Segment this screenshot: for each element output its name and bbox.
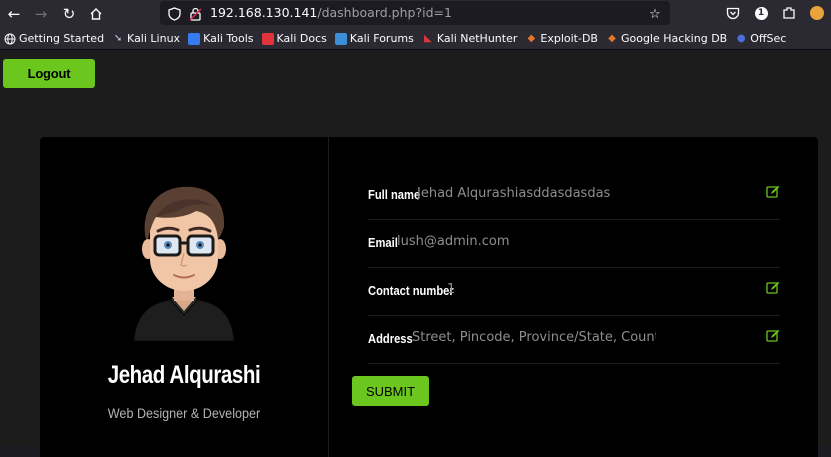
edit-address-icon[interactable] [766,329,780,343]
bookmark-getting-started[interactable]: Getting Started [4,32,104,45]
full-name-label: Full name [368,187,421,202]
reload-icon[interactable]: ↻ [58,3,80,25]
kali-tools-icon [188,32,201,45]
email-row: Email lush@admin.com [368,220,780,268]
submit-button[interactable]: SUBMIT [352,376,429,406]
forward-icon[interactable]: → [30,3,52,25]
bookmark-exploit-db[interactable]: ◆ Exploit-DB [525,32,598,45]
avatar [133,186,235,341]
bookmark-kali-forums[interactable]: Kali Forums [334,32,414,45]
details-card: Full name Jehad Alqurashiasddasdasdas Em… [329,137,818,457]
url-text: 192.168.130.141/dashboard.php?id=1 [210,5,452,20]
insecure-lock-icon[interactable] [187,6,203,22]
bookmark-kali-nethunter[interactable]: ◣ Kali NetHunter [422,32,517,45]
contact-label: Contact number [368,283,454,298]
contact-field[interactable]: 1 [447,282,697,297]
contact-row: Contact number 1 [368,268,780,316]
kali-forums-icon [334,32,347,45]
profile-role: Web Designer & Developer [107,405,261,421]
notification-badge-icon[interactable]: 1 [753,5,769,21]
ghdb-icon: ◆ [608,32,616,44]
profile-avatar-icon[interactable] [809,5,825,21]
bookmarks-bar: Getting Started ➘ Kali Linux Kali Tools … [0,28,831,50]
address-field[interactable]: Street, Pincode, Province/State, Country [412,330,656,345]
globe-icon [4,33,16,45]
shield-icon[interactable] [166,6,182,22]
bookmark-kali-docs[interactable]: Kali Docs [261,32,327,45]
profile-card: Jehad Alqurashi Web Designer & Developer [40,137,328,457]
home-icon[interactable] [85,3,107,25]
profile-name: Jehad Alqurashi [107,361,261,389]
edit-full-name-icon[interactable] [766,185,780,199]
extensions-icon[interactable] [781,5,797,21]
kali-docs-icon [261,32,274,45]
page-content: Logout Jehad Alqurashi Web Designer & De… [0,51,831,457]
email-label: Email [368,235,398,250]
edit-contact-icon[interactable] [766,281,780,295]
logout-button[interactable]: Logout [3,59,95,88]
url-bar[interactable]: 192.168.130.141/dashboard.php?id=1 ☆ [160,1,670,25]
bookmark-offsec[interactable]: ● OffSec [735,32,786,45]
bookmark-kali-tools[interactable]: Kali Tools [188,32,254,45]
address-label: Address [368,331,413,346]
full-name-field[interactable]: Jehad Alqurashiasddasdasdas [417,186,747,201]
nethunter-icon: ◣ [424,32,432,44]
full-name-row: Full name Jehad Alqurashiasddasdasdas [368,172,780,220]
kali-dragon-icon: ➘ [113,32,123,44]
exploit-db-icon: ◆ [527,32,536,44]
back-icon[interactable]: ← [3,3,25,25]
offsec-icon: ● [736,32,746,44]
bookmark-google-hacking-db[interactable]: ◆ Google Hacking DB [606,32,727,45]
address-row: Address Street, Pincode, Province/State,… [368,316,780,364]
bookmark-star-icon[interactable]: ☆ [647,6,663,22]
bookmark-kali-linux[interactable]: ➘ Kali Linux [112,32,180,45]
browser-toolbar: ← → ↻ 192.168.130.141/dashboard.php?id=1… [0,0,831,28]
pocket-icon[interactable] [725,5,741,21]
email-field[interactable]: lush@admin.com [397,234,727,249]
